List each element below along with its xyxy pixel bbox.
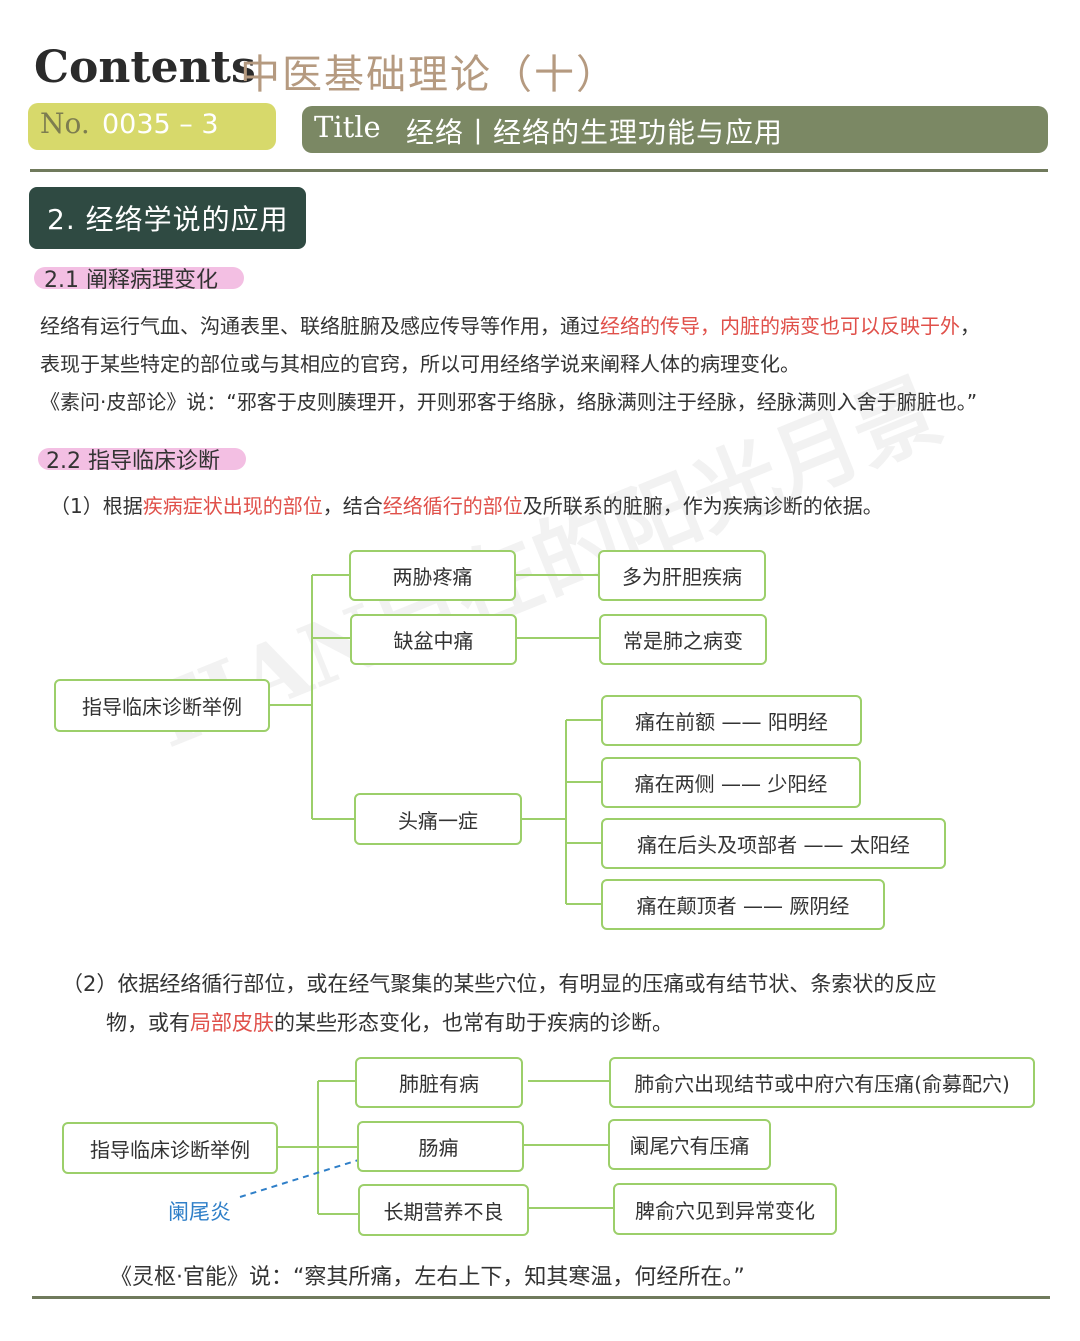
diagram-1-result: 多为肝胆疾病 (598, 550, 766, 601)
diagram-2-result: 肺俞穴出现结节或中府穴有压痛(俞募配穴) (609, 1057, 1035, 1108)
highlight-text: 局部皮肤 (190, 1011, 274, 1035)
diagram-1-node: 头痛一症 (354, 793, 522, 845)
diagram-1-root: 指导临床诊断举例 (54, 679, 270, 732)
diagram-2-root: 指导临床诊断举例 (62, 1122, 278, 1174)
footer-divider (32, 1296, 1050, 1299)
diagram-1-node: 缺盆中痛 (350, 614, 517, 665)
paragraph-line: （2）依据经络循行部位，或在经气聚集的某些穴位，有明显的压痛或有结节状、条索状的… (62, 972, 937, 996)
diagram-2-node: 肺脏有病 (355, 1057, 523, 1108)
diagram-1-result: 常是肺之病变 (599, 614, 767, 665)
diagram-2-result: 阑尾穴有压痛 (608, 1119, 771, 1170)
diagram-2-result: 脾俞穴见到异常变化 (613, 1183, 837, 1235)
diagram-2-node-label: 肠痈 (418, 1136, 459, 1160)
diagram-1-headache-item: 痛在后头及项部者 —— 太阳经 (601, 818, 946, 869)
diagram-2-node: 长期营养不良 (358, 1184, 529, 1236)
diagram-2-node: 肠痈 (357, 1121, 524, 1172)
diagram-1-node: 两胁疼痛 (349, 550, 516, 601)
diagram-1-headache-item: 痛在前额 —— 阳明经 (601, 695, 862, 746)
annotation-appendicitis: 阑尾炎 (168, 1200, 231, 1224)
paragraph-line: 物，或有局部皮肤的某些形态变化，也常有助于疾病的诊断。 (106, 1011, 673, 1035)
diagram-1-headache-item: 痛在颠顶者 —— 厥阴经 (601, 879, 885, 930)
diagram-1-headache-item: 痛在两侧 —— 少阳经 (601, 757, 861, 808)
quote-lingshu: 《灵枢·官能》说：“察其所痛，左右上下，知其寒温，何经所在。” (110, 1265, 745, 1290)
